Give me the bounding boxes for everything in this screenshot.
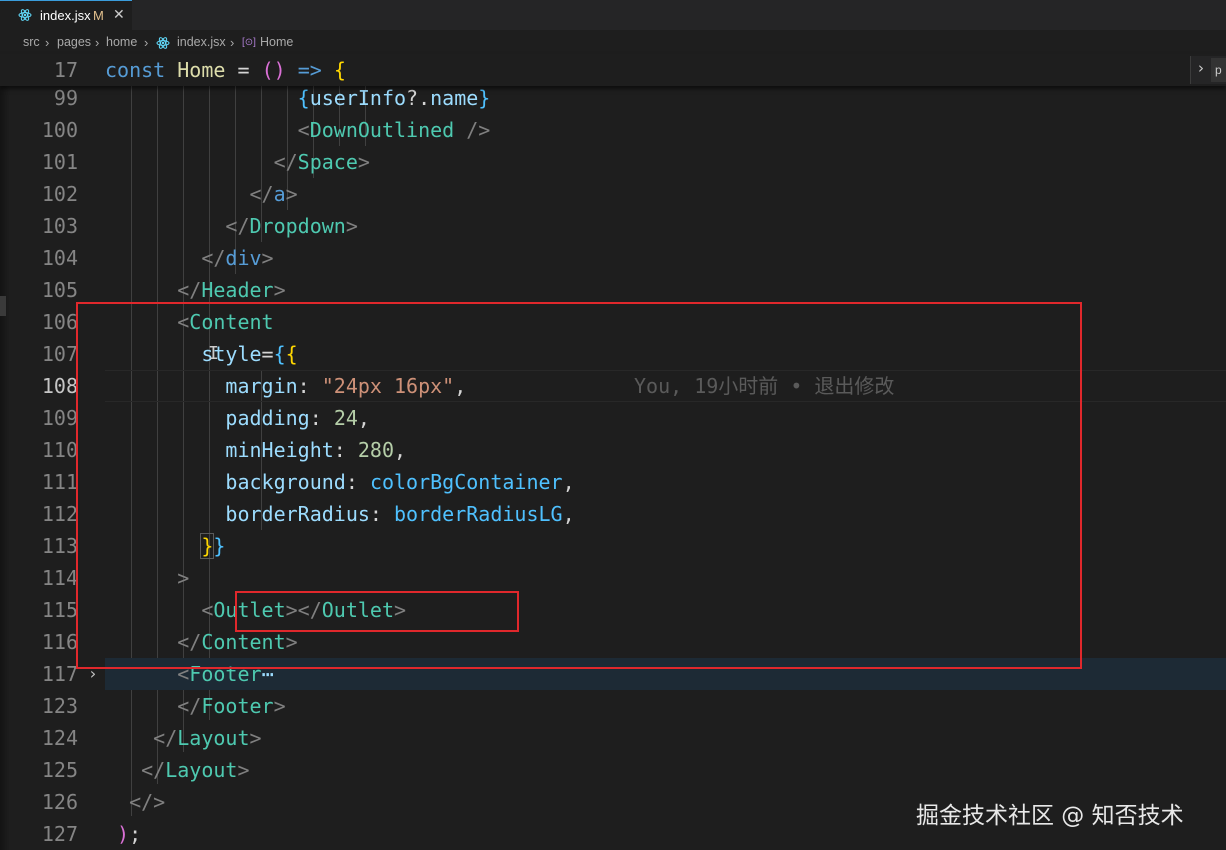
code-line-104[interactable]: 104 </div> [0, 242, 1226, 274]
line-number: 99 [53, 86, 78, 110]
tab-bar: index.jsx M ✕ [0, 0, 1226, 30]
code-line-102[interactable]: 102 </a> [0, 178, 1226, 210]
line-number: 106 [41, 310, 78, 334]
line-number: 124 [41, 726, 78, 750]
sticky-code-line: const Home = () => { [105, 54, 346, 86]
breadcrumb-item-pages[interactable]: pages [57, 35, 91, 49]
breadcrumb-item-src[interactable]: src [23, 35, 40, 49]
sticky-scroll-header[interactable]: 17 const Home = () => { [0, 54, 1226, 86]
chevron-right-icon: › [144, 35, 149, 50]
breadcrumb-item-file[interactable]: index.jsx [177, 35, 226, 49]
params: () [261, 58, 286, 82]
operator: = [225, 58, 262, 82]
line-number: 103 [41, 214, 78, 238]
modified-marker: M [93, 8, 104, 23]
text-cursor-icon: I [208, 343, 219, 364]
line-number: 109 [41, 406, 78, 430]
tab-index-jsx[interactable]: index.jsx M ✕ [0, 0, 132, 30]
line-number: 114 [41, 566, 78, 590]
line-number: 105 [41, 278, 78, 302]
code-line-125[interactable]: 125 </Layout> [0, 754, 1226, 786]
keyword: const [105, 58, 166, 82]
content-highlight-box [76, 302, 1082, 669]
line-number: 110 [41, 438, 78, 462]
code-text: ); [117, 822, 142, 846]
line-number: 102 [41, 182, 78, 206]
line-number: 125 [41, 758, 78, 782]
symbol-method-icon: [⊙] [242, 37, 256, 48]
line-number: 123 [41, 694, 78, 718]
line-number: 116 [41, 630, 78, 654]
tab-label: index.jsx [40, 8, 91, 23]
chevron-right-icon: › [45, 35, 50, 50]
code-text: </Layout> [153, 726, 262, 750]
code-line-100[interactable]: 100 <DownOutlined /> [0, 114, 1226, 146]
peek-label[interactable]: p [1211, 58, 1226, 82]
line-number: 115 [41, 598, 78, 622]
code-text: </Layout> [141, 758, 250, 782]
code-line-103[interactable]: 103 </Dropdown> [0, 210, 1226, 242]
breadcrumb-item-home-symbol[interactable]: Home [260, 35, 293, 49]
chevron-right-icon: › [95, 35, 100, 50]
function-name: Home [177, 58, 226, 82]
code-text: </Space> [273, 150, 370, 174]
breadcrumb: src › pages › home › index.jsx › [⊙] Hom… [0, 30, 1226, 54]
line-number: 100 [41, 118, 78, 142]
watermark: 掘金技术社区 @ 知否技术 [916, 803, 1184, 829]
line-number: 127 [41, 822, 78, 846]
code-text: </a> [249, 182, 298, 206]
code-text: {userInfo?.name} [297, 86, 491, 110]
line-number: 111 [41, 470, 78, 494]
react-icon [156, 36, 170, 53]
code-text: <DownOutlined /> [297, 118, 491, 142]
line-number: 113 [41, 534, 78, 558]
editor-actions[interactable]: › p [1190, 56, 1226, 84]
line-number-active: 108 [41, 374, 78, 398]
line-number: 17 [53, 58, 78, 82]
code-text: </Footer> [177, 694, 286, 718]
outlet-highlight-box [235, 591, 519, 632]
line-number: 112 [41, 502, 78, 526]
breadcrumb-item-home[interactable]: home [106, 35, 137, 49]
line-number: 107 [41, 342, 78, 366]
code-text: </Dropdown> [225, 214, 358, 238]
code-line-124[interactable]: 124 </Layout> [0, 722, 1226, 754]
arrow: => [285, 58, 334, 82]
close-icon[interactable]: ✕ [113, 6, 125, 23]
chevron-right-icon[interactable]: › [1198, 59, 1204, 77]
chevron-right-icon: › [230, 35, 235, 50]
code-text: </> [129, 790, 166, 814]
code-text: </div> [201, 246, 274, 270]
react-icon [18, 8, 32, 25]
code-line-99[interactable]: 99 {userInfo?.name} [0, 82, 1226, 114]
code-line-123[interactable]: 123 </Footer> [0, 690, 1226, 722]
line-number: 117 [41, 662, 78, 686]
code-line-101[interactable]: 101 </Space> [0, 146, 1226, 178]
brace: { [333, 58, 346, 82]
line-number: 101 [41, 150, 78, 174]
line-number: 126 [41, 790, 78, 814]
line-number: 104 [41, 246, 78, 270]
